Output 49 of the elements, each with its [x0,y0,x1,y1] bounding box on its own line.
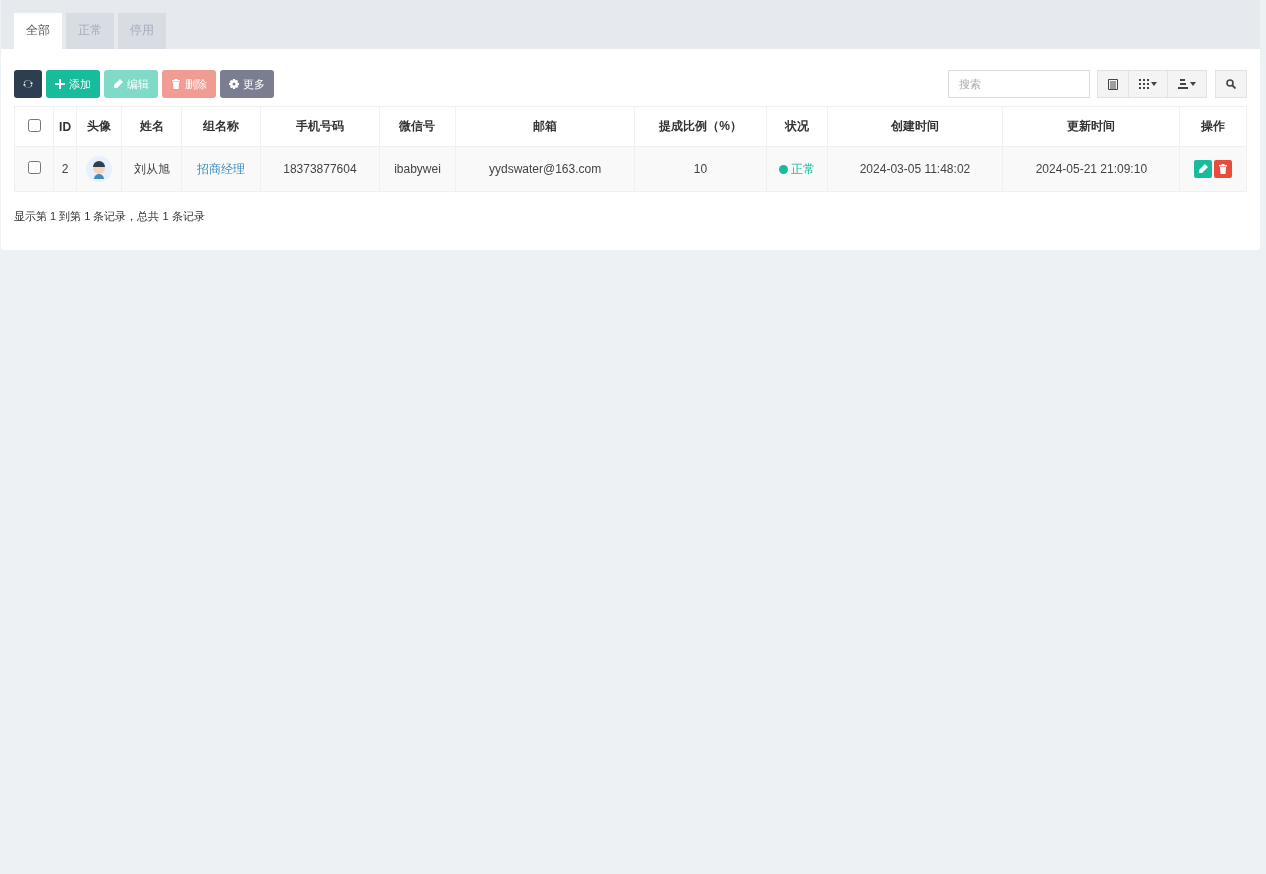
status-text: 正常 [790,160,815,178]
delete-row-button[interactable] [1214,160,1233,178]
select-all-checkbox[interactable] [27,118,41,132]
pencil-icon [113,79,123,89]
plus-icon [55,79,65,89]
table-cell: 2024-03-05 11:48:02 [827,146,1003,192]
column-header: 微信号 [379,106,456,147]
column-header: 头像 [76,106,122,147]
column-header: 提成比例（%） [634,106,767,147]
search-field[interactable]: 搜索 [948,70,1090,98]
table-cell: 10 [634,146,767,192]
table-cell: ibabywei [379,146,456,192]
table-cell: 刘从旭 [121,146,182,192]
pencil-icon [1198,164,1209,174]
filter-tab[interactable]: 全部 [14,13,62,49]
table-cell: yydswater@163.com [455,146,635,192]
trash-icon [171,79,181,89]
column-header: 姓名 [121,106,182,147]
table-cell: 18373877604 [260,146,380,192]
toggle-view-button[interactable] [1097,70,1129,98]
avatar-icon [86,156,113,182]
table-cell: 2024-05-21 21:09:10 [1002,146,1180,192]
refresh-button[interactable] [14,70,42,98]
refresh-icon [23,79,33,89]
grid-icon [1139,79,1149,89]
more-button[interactable]: 更多 [220,70,274,98]
column-header: 组名称 [181,106,261,147]
column-header: 手机号码 [260,106,380,147]
export-button[interactable] [1167,70,1207,98]
trash-icon [1218,164,1229,174]
caret-icon [1190,82,1196,86]
list-icon [1108,78,1118,90]
export-icon [1178,79,1188,89]
row-checkbox[interactable] [27,161,41,174]
pagination-summary: 显示第 1 到第 1 条记录，总共 1 条记录 [14,209,206,224]
edit-row-button[interactable] [1194,160,1213,178]
group-link[interactable]: 招商经理 [197,161,246,176]
column-header: 创建时间 [827,106,1003,147]
caret-icon [1151,82,1157,86]
search-button[interactable] [1215,70,1247,98]
column-header: ID [53,106,77,147]
column-header: 操作 [1179,106,1247,147]
gear-icon [229,79,239,89]
column-header: 状况 [766,106,828,147]
add-button[interactable]: 添加 [46,70,100,98]
column-header: 更新时间 [1002,106,1180,147]
search-icon [1226,79,1236,89]
columns-button[interactable] [1128,70,1168,98]
column-header: 邮箱 [455,106,635,147]
